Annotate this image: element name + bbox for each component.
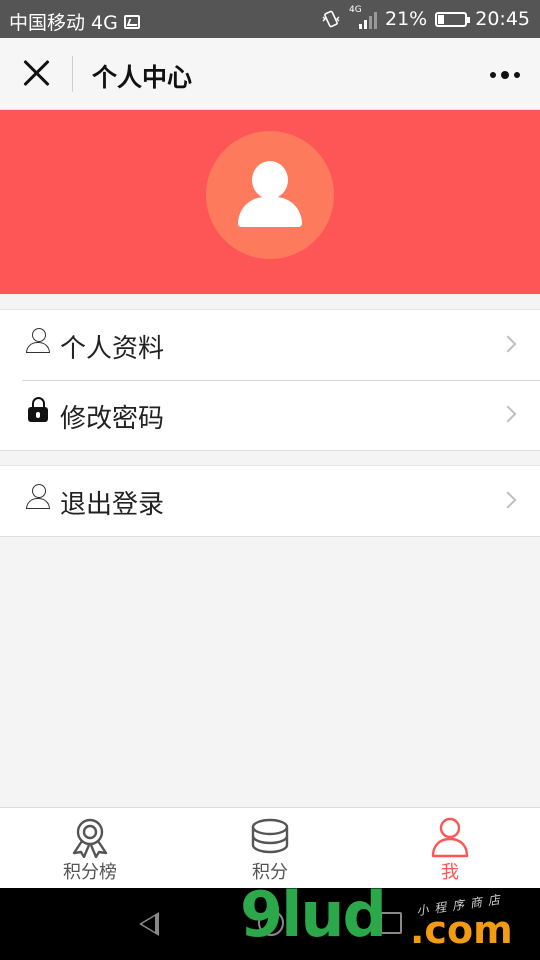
- menu-item-profile[interactable]: 个人资料: [0, 310, 540, 380]
- menu-item-label: 修改密码: [60, 404, 165, 434]
- menu-item-label: 个人资料: [60, 334, 165, 364]
- award-icon: [72, 818, 108, 858]
- signal-icon: 4G: [349, 5, 377, 29]
- user-icon: [431, 817, 469, 858]
- watermark-suffix: .com: [410, 908, 513, 952]
- tab-me[interactable]: 我: [360, 808, 540, 888]
- watermark-brand: 9lud: [240, 878, 387, 951]
- menu-item-label: 退出登录: [60, 490, 165, 520]
- coins-icon: [251, 818, 289, 854]
- close-icon[interactable]: [22, 58, 52, 88]
- chevron-right-icon: [499, 491, 517, 509]
- image-notification-icon: [123, 14, 140, 29]
- more-options-icon[interactable]: [490, 71, 520, 79]
- tab-bar: 积分榜 积分 我: [0, 807, 540, 888]
- avatar[interactable]: [206, 131, 334, 259]
- user-icon: [25, 484, 51, 510]
- chevron-right-icon: [499, 335, 517, 353]
- carrier-label: 中国移动 4G: [9, 12, 118, 34]
- lock-icon: [28, 397, 48, 423]
- battery-percent: 21%: [385, 8, 428, 30]
- battery-icon: [435, 11, 471, 27]
- menu-item-logout[interactable]: 退出登录: [0, 466, 540, 536]
- watermark: 9lud 小程序商店 .com: [240, 878, 540, 960]
- tab-points[interactable]: 积分: [180, 808, 360, 888]
- vibrate-icon: [322, 10, 340, 28]
- menu-item-change-password[interactable]: 修改密码: [0, 380, 540, 450]
- user-icon: [25, 328, 51, 354]
- tab-leaderboard[interactable]: 积分榜: [0, 808, 180, 888]
- back-icon[interactable]: [139, 912, 159, 936]
- menu-group-session: 退出登录: [0, 465, 540, 537]
- tab-label: 我: [441, 862, 459, 883]
- tab-label: 积分榜: [63, 862, 117, 883]
- nav-bar: 个人中心: [0, 38, 540, 110]
- clock: 20:45: [475, 8, 530, 30]
- menu-group-account: 个人资料 修改密码: [0, 309, 540, 451]
- nav-divider: [72, 56, 73, 92]
- chevron-right-icon: [499, 405, 517, 423]
- status-bar: 中国移动 4G 4G 21% 20:45: [0, 0, 540, 38]
- page-title: 个人中心: [92, 63, 193, 92]
